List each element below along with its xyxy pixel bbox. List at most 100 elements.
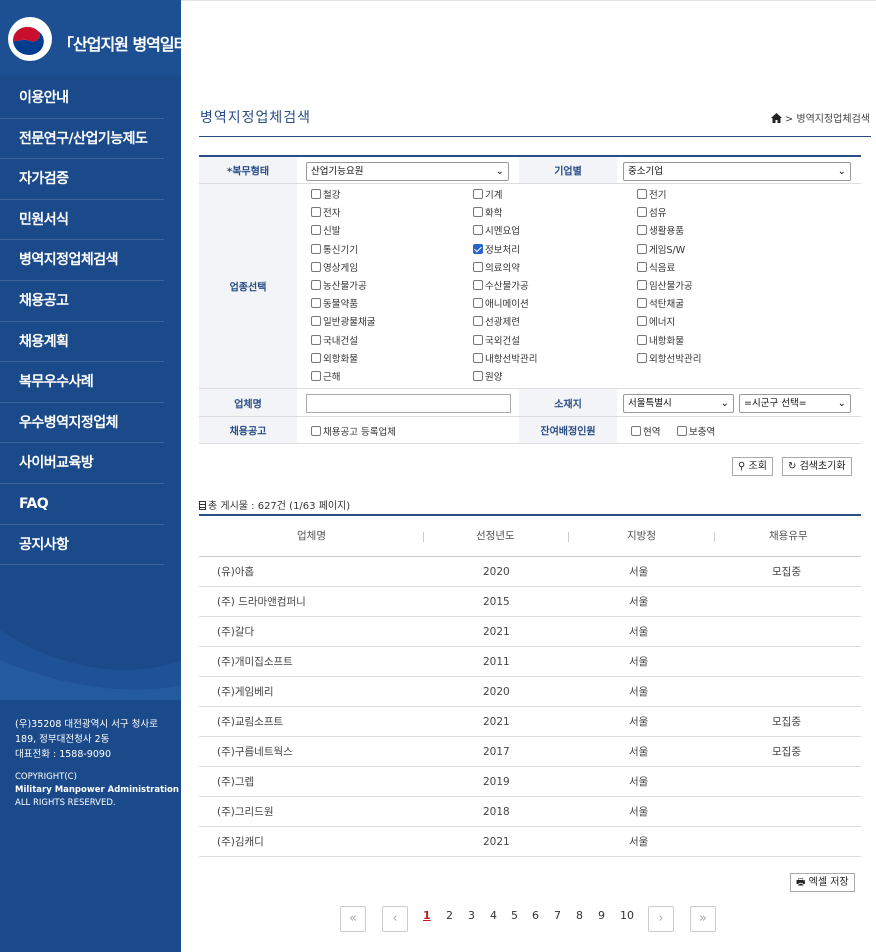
checkbox[interactable] [473, 316, 483, 327]
table-row[interactable]: (주)게임베리 2020 서울 [199, 677, 861, 707]
table-row[interactable]: (유)아홉 2020 서울 모집중 [199, 557, 861, 587]
table-row[interactable]: (주)교림소프트 2021 서울 모집중 [199, 707, 861, 737]
last-page-button[interactable]: » [690, 906, 716, 932]
company-name-cell[interactable]: (주)김캐디 [217, 827, 264, 857]
industry-checkbox[interactable]: 석탄채굴 [637, 296, 684, 310]
excel-export-button[interactable]: 🖶 엑셀 저장 [790, 873, 855, 892]
industry-checkbox[interactable]: 시멘요업 [473, 223, 520, 237]
reset-button[interactable]: ↻ 검색초기화 [782, 457, 852, 476]
checkbox[interactable] [311, 298, 321, 309]
company-name-cell[interactable]: (주)그렙 [217, 767, 254, 797]
industry-checkbox[interactable]: 게임S/W [637, 242, 685, 256]
industry-checkbox[interactable]: 전기 [637, 187, 666, 201]
checkbox[interactable] [637, 261, 647, 272]
industry-checkbox[interactable]: 화학 [473, 205, 502, 219]
remain-active-checkbox[interactable]: 현역 [631, 424, 660, 438]
industry-checkbox[interactable]: 농산물가공 [311, 278, 367, 292]
checkbox[interactable] [311, 225, 321, 236]
recruit-checkbox[interactable]: 채용공고 등록업체 [311, 424, 396, 438]
checkbox[interactable] [311, 189, 321, 199]
sidebar-item-system[interactable]: 전문연구/산업기능제도 [0, 119, 164, 160]
industry-checkbox[interactable]: 애니메이션 [473, 296, 529, 310]
checkbox[interactable] [311, 243, 321, 254]
checkbox[interactable] [637, 280, 647, 290]
company-name-cell[interactable]: (주)갈다 [217, 617, 254, 647]
industry-checkbox[interactable]: 외항선박관리 [637, 351, 701, 365]
table-row[interactable]: (주)개미집소프트 2011 서울 [199, 647, 861, 677]
sidebar-item-job-postings[interactable]: 채용공고 [0, 281, 164, 322]
checkbox[interactable] [637, 189, 647, 199]
checkbox[interactable] [473, 334, 483, 345]
checkbox[interactable] [677, 426, 687, 436]
sidebar-item-best-cases[interactable]: 복무우수사례 [0, 362, 164, 403]
checkbox[interactable] [637, 352, 647, 363]
service-type-select[interactable]: 산업기능요원 ⌄ [306, 162, 509, 181]
checkbox[interactable] [473, 371, 483, 381]
industry-checkbox[interactable]: 동물약품 [311, 296, 358, 310]
checkbox[interactable] [473, 225, 483, 236]
company-name-cell[interactable]: (주)개미집소프트 [217, 647, 293, 677]
industry-checkbox[interactable]: 외항화물 [311, 351, 358, 365]
company-name-cell[interactable]: (유)아홉 [217, 557, 254, 587]
checkbox[interactable] [311, 261, 321, 272]
checkbox[interactable] [311, 426, 321, 436]
sidebar-item-self-check[interactable]: 자가검증 [0, 159, 164, 200]
company-name-cell[interactable]: (주)교림소프트 [217, 707, 283, 737]
checkbox[interactable] [473, 352, 483, 363]
district-select[interactable]: =시군구 선택= ⌄ [739, 394, 851, 413]
industry-checkbox[interactable]: 일반광물채굴 [311, 314, 375, 328]
company-name-cell[interactable]: (주)구름네트웍스 [217, 737, 293, 767]
checkbox[interactable] [473, 243, 483, 254]
company-name-cell[interactable]: (주) 드라마앤컴퍼니 [217, 587, 306, 617]
sidebar-item-notices[interactable]: 공지사항 [0, 525, 164, 566]
company-name-cell[interactable]: (주)게임베리 [217, 677, 274, 707]
home-icon[interactable] [770, 113, 782, 126]
location-select[interactable]: 서울특별시 ⌄ [623, 394, 734, 413]
checkbox[interactable] [637, 207, 647, 218]
industry-checkbox[interactable]: 전자 [311, 205, 340, 219]
sidebar-item-excellent-companies[interactable]: 우수병역지정업체 [0, 403, 164, 444]
taegeuk-logo-icon[interactable] [8, 17, 52, 61]
sidebar-item-guide[interactable]: 이용안내 [0, 78, 164, 119]
industry-checkbox[interactable]: 원양 [473, 369, 502, 383]
page-number[interactable]: 9 [598, 909, 605, 922]
checkbox[interactable] [473, 189, 483, 199]
checkbox[interactable] [473, 261, 483, 272]
industry-checkbox[interactable]: 영상게임 [311, 260, 358, 274]
company-type-select[interactable]: 중소기업 ⌄ [623, 162, 851, 181]
table-row[interactable]: (주)그렙 2019 서울 [199, 767, 861, 797]
checkbox[interactable] [311, 371, 321, 381]
prev-page-button[interactable]: ‹ [382, 906, 408, 932]
industry-checkbox[interactable]: 통신기기 [311, 242, 358, 256]
page-number[interactable]: 2 [446, 909, 453, 922]
sidebar-item-hiring-plan[interactable]: 채용계획 [0, 322, 164, 363]
industry-checkbox[interactable]: 정보처리 [473, 242, 520, 256]
company-name-input[interactable] [306, 394, 511, 413]
page-number[interactable]: 6 [532, 909, 539, 922]
checkbox[interactable] [631, 426, 641, 436]
industry-checkbox[interactable]: 의료의약 [473, 260, 520, 274]
industry-checkbox[interactable]: 선광제련 [473, 314, 520, 328]
industry-checkbox[interactable]: 내항화물 [637, 333, 684, 347]
industry-checkbox[interactable]: 식음료 [637, 260, 675, 274]
site-logo-text[interactable]: 「산업지원 병역일터」 [58, 31, 203, 55]
checkbox[interactable] [311, 280, 321, 290]
industry-checkbox[interactable]: 국외건설 [473, 333, 520, 347]
search-button[interactable]: ⚲ 조회 [732, 457, 773, 476]
industry-checkbox[interactable]: 내항선박관리 [473, 351, 537, 365]
industry-checkbox[interactable]: 생활용품 [637, 223, 684, 237]
first-page-button[interactable]: « [340, 906, 366, 932]
next-page-button[interactable]: › [648, 906, 674, 932]
page-number[interactable]: 8 [576, 909, 583, 922]
industry-checkbox[interactable]: 섬유 [637, 205, 666, 219]
checkbox[interactable] [473, 280, 483, 290]
industry-checkbox[interactable]: 기계 [473, 187, 502, 201]
checkbox[interactable] [473, 298, 483, 309]
table-row[interactable]: (주)김캐디 2021 서울 [199, 827, 861, 857]
checkbox[interactable] [311, 316, 321, 327]
checkbox[interactable] [637, 298, 647, 309]
company-name-cell[interactable]: (주)그리드원 [217, 797, 274, 827]
industry-checkbox[interactable]: 수산물가공 [473, 278, 529, 292]
page-number[interactable]: 10 [620, 909, 634, 922]
page-number[interactable]: 7 [554, 909, 561, 922]
